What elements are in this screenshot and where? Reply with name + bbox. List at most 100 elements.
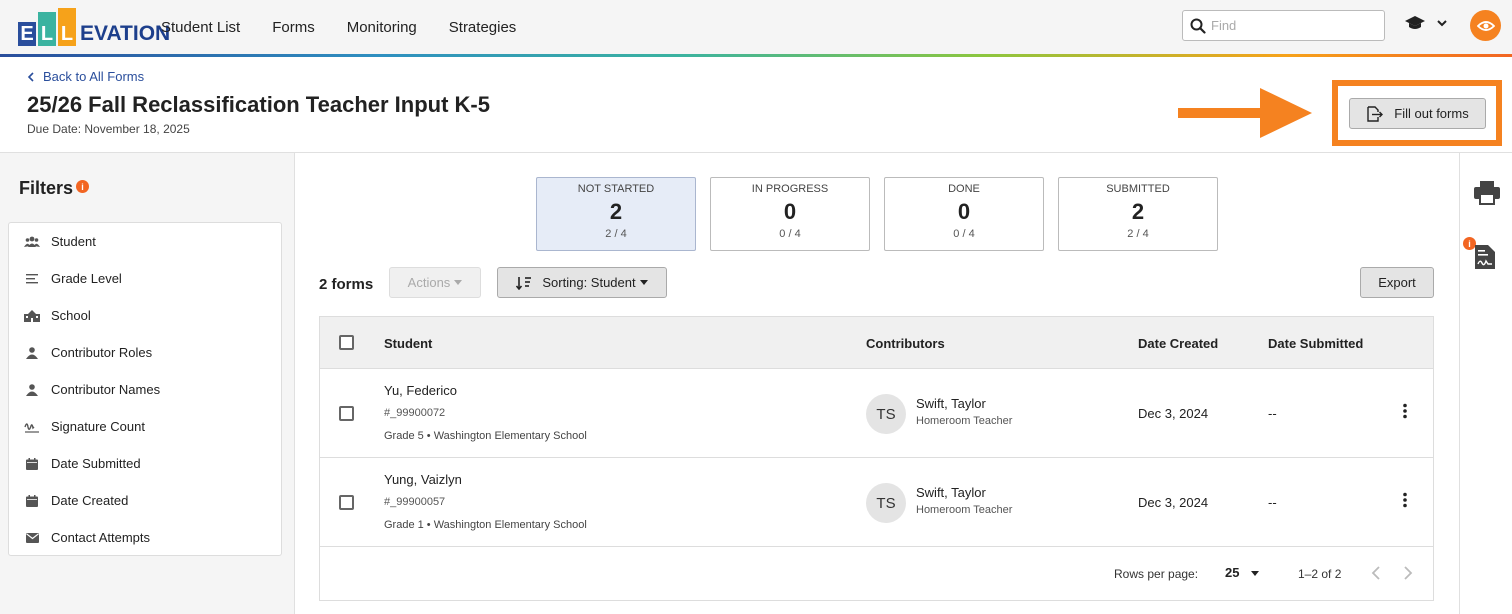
filter-signature-count[interactable]: Signature Count — [9, 408, 281, 445]
stat-label: IN PROGRESS — [751, 183, 829, 195]
nav-monitoring[interactable]: Monitoring — [347, 19, 417, 36]
stat-value: 0 — [783, 199, 797, 224]
actions-button[interactable]: Actions — [389, 267, 481, 298]
row-checkbox[interactable] — [339, 406, 354, 421]
date-submitted: -- — [1268, 406, 1277, 421]
filter-label: Student — [51, 234, 96, 249]
filter-label: Contact Attempts — [51, 530, 150, 545]
column-date-created[interactable]: Date Created — [1138, 336, 1218, 351]
column-contributors[interactable]: Contributors — [866, 336, 945, 351]
chevron-right-icon[interactable] — [1403, 565, 1413, 581]
role-switcher[interactable] — [1404, 14, 1448, 32]
logo-word: EVATION — [80, 22, 171, 45]
fill-out-forms-button[interactable]: Fill out forms — [1349, 98, 1486, 129]
search-input[interactable] — [1211, 18, 1371, 33]
column-student[interactable]: Student — [384, 336, 432, 351]
filter-date-submitted[interactable]: Date Submitted — [9, 445, 281, 482]
stat-done[interactable]: DONE 0 0 / 4 — [884, 177, 1044, 251]
filter-student[interactable]: Student — [9, 223, 281, 260]
filter-label: Grade Level — [51, 271, 122, 286]
signature-icon — [9, 421, 51, 433]
caret-down-icon — [454, 280, 463, 285]
student-name[interactable]: Yung, Vaizlyn — [384, 472, 462, 487]
filter-label: Date Created — [51, 493, 129, 508]
stat-in-progress[interactable]: IN PROGRESS 0 0 / 4 — [710, 177, 870, 251]
chevron-left-icon[interactable] — [1371, 565, 1381, 581]
filter-list: Student Grade Level School Contributor R… — [8, 222, 282, 556]
table-pagination: Rows per page: 25 1–2 of 2 — [320, 547, 1433, 600]
filter-contributor-roles[interactable]: Contributor Roles — [9, 334, 281, 371]
stat-not-started[interactable]: NOT STARTED 2 2 / 4 — [536, 177, 696, 251]
stat-label: SUBMITTED — [1106, 183, 1170, 195]
forms-count: 2 forms — [319, 276, 374, 293]
view-toggle-button[interactable] — [1470, 10, 1501, 41]
nav-forms[interactable]: Forms — [272, 19, 315, 36]
stat-label: DONE — [948, 183, 980, 195]
print-icon[interactable] — [1474, 181, 1500, 205]
caret-down-icon — [1251, 571, 1260, 577]
student-meta: Grade 5 • Washington Elementary School — [384, 430, 587, 442]
person-icon — [9, 383, 51, 396]
filters-title: Filters — [19, 178, 74, 198]
filter-date-created[interactable]: Date Created — [9, 482, 281, 519]
table-row[interactable]: Yu, Federico #_99900072 Grade 5 • Washin… — [320, 369, 1433, 458]
column-date-submitted[interactable]: Date Submitted — [1268, 336, 1363, 351]
fill-out-forms-label: Fill out forms — [1394, 106, 1469, 121]
stat-fraction: 2 / 4 — [605, 228, 627, 240]
contributor-name: Swift, Taylor — [916, 485, 986, 500]
avatar: TS — [866, 394, 906, 434]
filter-school[interactable]: School — [9, 297, 281, 334]
table-row[interactable]: Yung, Vaizlyn #_99900057 Grade 1 • Washi… — [320, 458, 1433, 547]
right-rail: i — [1459, 153, 1512, 614]
sorting-label: Sorting: Student — [542, 275, 636, 290]
filters-heading: Filters i — [19, 178, 90, 199]
rows-per-page-value: 25 — [1225, 565, 1240, 580]
filter-contact-attempts[interactable]: Contact Attempts — [9, 519, 281, 556]
ellevation-logo[interactable]: E L L EVATION — [18, 8, 170, 46]
pagination-range: 1–2 of 2 — [1298, 567, 1342, 581]
search-icon — [1190, 18, 1206, 34]
filter-grade-level[interactable]: Grade Level — [9, 260, 281, 297]
rows-per-page-select[interactable]: 25 — [1225, 565, 1260, 580]
form-export-icon — [1367, 105, 1384, 122]
logo-letter-e: E — [18, 22, 36, 46]
contributor-role: Homeroom Teacher — [916, 504, 1013, 516]
graduation-cap-icon — [1405, 16, 1425, 29]
calendar-icon — [9, 494, 51, 507]
more-options-icon[interactable] — [1401, 492, 1409, 508]
nav-student-list[interactable]: Student List — [161, 19, 240, 36]
signed-document-icon[interactable] — [1475, 245, 1495, 269]
top-bar: E L L EVATION Student List Forms Monitor… — [0, 0, 1512, 54]
filter-label: School — [51, 308, 91, 323]
back-link[interactable]: Back to All Forms — [27, 69, 144, 84]
search-box[interactable] — [1182, 10, 1385, 41]
filter-label: Signature Count — [51, 419, 145, 434]
stat-fraction: 0 / 4 — [953, 228, 975, 240]
stat-submitted[interactable]: SUBMITTED 2 2 / 4 — [1058, 177, 1218, 251]
logo-letter-l1: L — [38, 12, 56, 46]
sort-icon — [516, 276, 532, 290]
more-options-icon[interactable] — [1401, 403, 1409, 419]
annotation-arrow-icon — [1178, 88, 1312, 138]
nav-strategies[interactable]: Strategies — [449, 19, 517, 36]
header-gradient-bar — [0, 54, 1512, 57]
filter-label: Contributor Roles — [51, 345, 153, 360]
lines-icon — [9, 273, 51, 284]
info-icon[interactable]: i — [76, 180, 90, 193]
export-button[interactable]: Export — [1360, 267, 1434, 298]
row-checkbox[interactable] — [339, 495, 354, 510]
stat-value: 2 — [609, 199, 623, 224]
users-icon — [9, 236, 51, 248]
stat-value: 2 — [1131, 199, 1145, 224]
table-header: Student Contributors Date Created Date S… — [320, 317, 1433, 369]
contributor-name: Swift, Taylor — [916, 396, 986, 411]
forms-table: Student Contributors Date Created Date S… — [319, 316, 1434, 601]
sorting-button[interactable]: Sorting: Student — [497, 267, 667, 298]
actions-label: Actions — [407, 275, 451, 290]
filter-contributor-names[interactable]: Contributor Names — [9, 371, 281, 408]
contributor-role: Homeroom Teacher — [916, 415, 1013, 427]
rows-per-page-label: Rows per page: — [1114, 567, 1199, 581]
stat-label: NOT STARTED — [577, 183, 655, 195]
student-name[interactable]: Yu, Federico — [384, 383, 457, 398]
select-all-checkbox[interactable] — [339, 335, 354, 350]
